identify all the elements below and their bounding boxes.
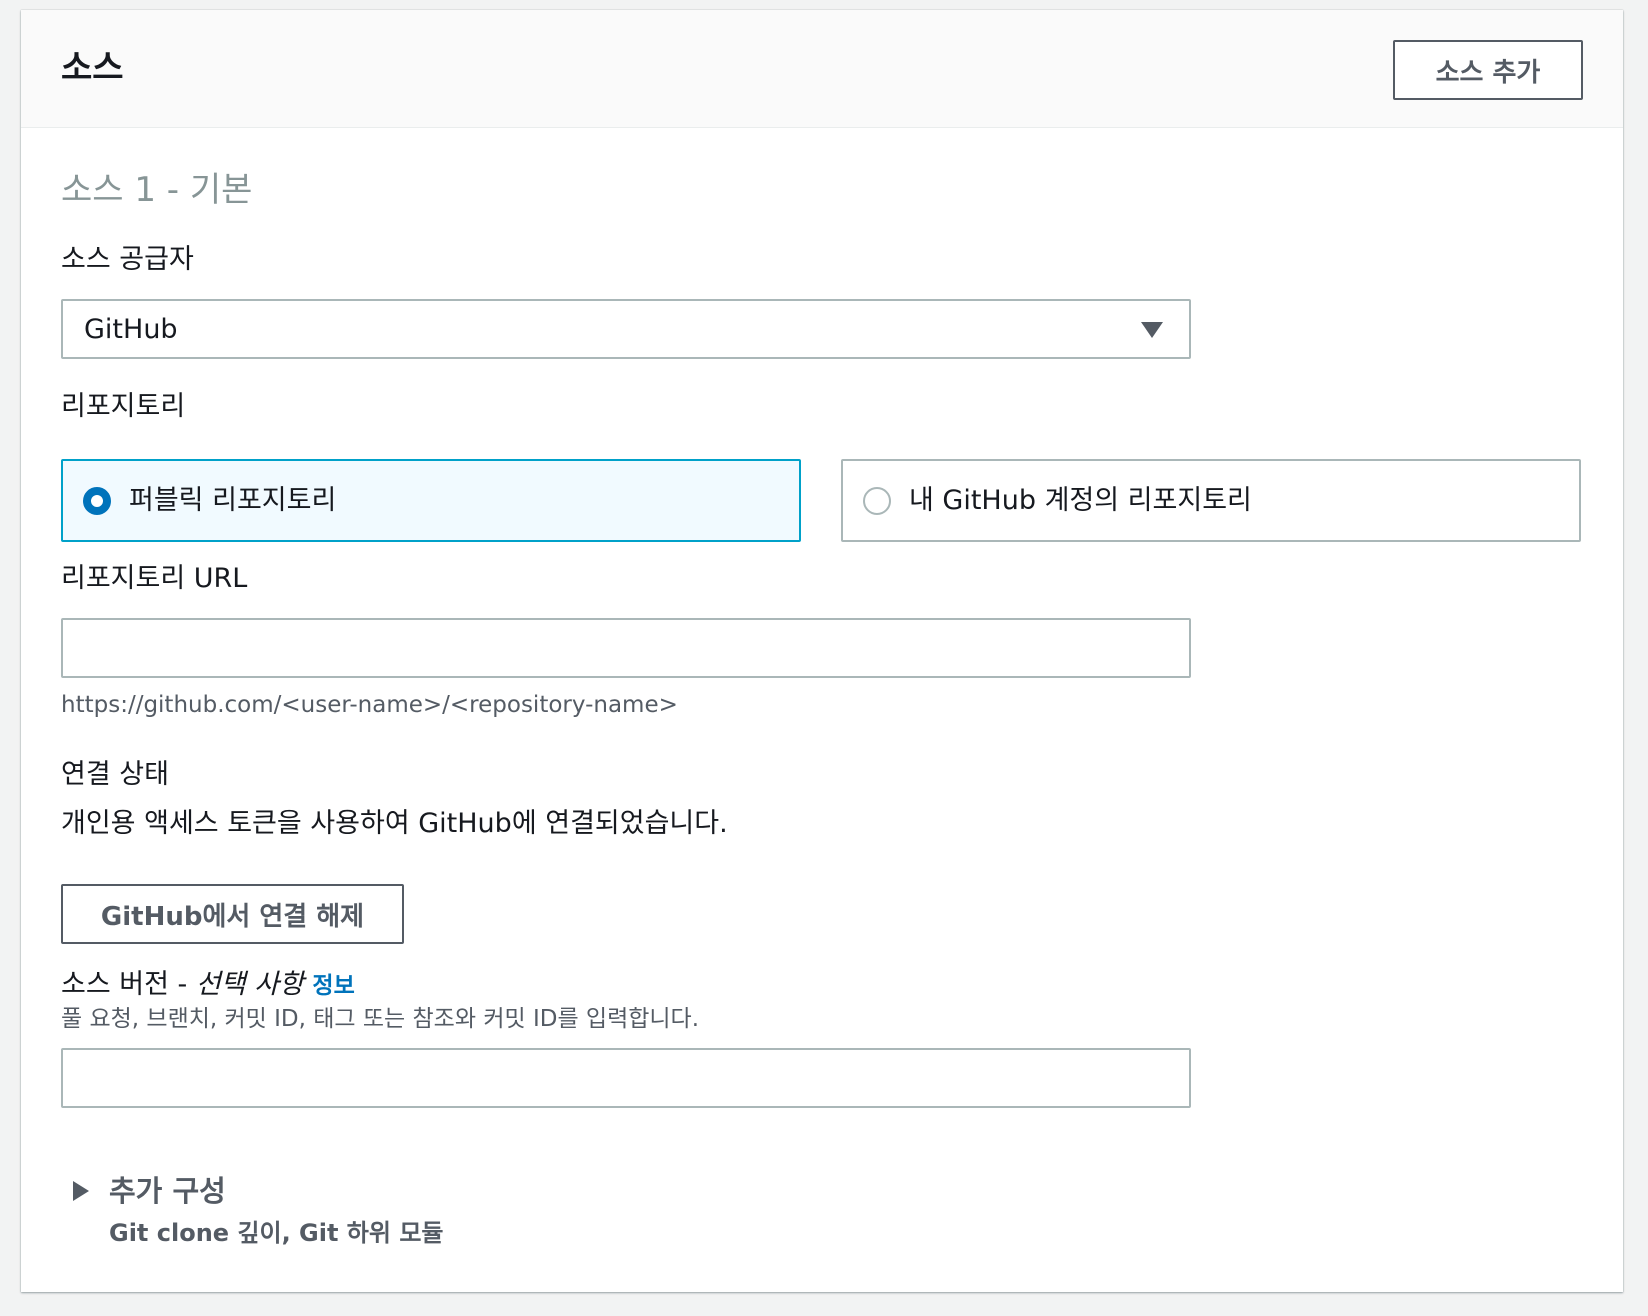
repository-option-public-label: 퍼블릭 리포지토리 — [129, 485, 337, 516]
source-subtitle: 소스 1 - 기본 — [61, 170, 253, 210]
radio-button-unselected[interactable] — [863, 487, 891, 515]
optional-label: 선택 사항 — [195, 969, 304, 1000]
repository-option-my-account[interactable]: 내 GitHub 계정의 리포지토리 — [841, 459, 1581, 542]
caret-down-icon — [1141, 322, 1163, 338]
connection-status-label: 연결 상태 — [61, 759, 169, 790]
info-link[interactable]: 정보 — [312, 973, 354, 999]
disconnect-github-button[interactable]: GitHub에서 연결 해제 — [61, 884, 404, 944]
source-provider-value: GitHub — [84, 313, 178, 345]
source-provider-select[interactable]: GitHub — [61, 299, 1191, 359]
source-panel: 소스 소스 추가 소스 1 - 기본 소스 공급자 GitHub 리포지토리 퍼… — [21, 10, 1623, 1292]
add-source-button[interactable]: 소스 추가 — [1393, 40, 1583, 100]
source-version-description: 풀 요청, 브랜치, 커밋 ID, 태그 또는 참조와 커밋 ID를 입력합니다… — [61, 1006, 700, 1032]
repository-url-label: 리포지토리 URL — [61, 563, 248, 594]
connection-status-text: 개인용 액세스 토큰을 사용하여 GitHub에 연결되었습니다. — [61, 808, 728, 839]
source-version-heading: 소스 버전 - 선택 사항 정보 — [61, 968, 355, 1003]
source-provider-label: 소스 공급자 — [61, 244, 194, 275]
repository-option-my-account-label: 내 GitHub 계정의 리포지토리 — [909, 485, 1252, 516]
panel-title: 소스 — [61, 48, 124, 88]
additional-config-expander[interactable]: 추가 구성 — [73, 1173, 226, 1209]
additional-config-title: 추가 구성 — [109, 1174, 226, 1208]
additional-config-description: Git clone 깊이, Git 하위 모듈 — [109, 1219, 444, 1247]
repository-label: 리포지토리 — [61, 391, 186, 422]
panel-header: 소스 소스 추가 — [21, 10, 1623, 128]
source-version-label: 소스 버전 - — [61, 969, 188, 1000]
repository-url-hint: https://github.com/<user-name>/<reposito… — [61, 692, 678, 718]
source-version-input[interactable] — [61, 1048, 1191, 1108]
radio-button-selected[interactable] — [83, 487, 111, 515]
caret-right-icon — [73, 1181, 89, 1201]
repository-url-input[interactable] — [61, 618, 1191, 678]
repository-option-public[interactable]: 퍼블릭 리포지토리 — [61, 459, 801, 542]
